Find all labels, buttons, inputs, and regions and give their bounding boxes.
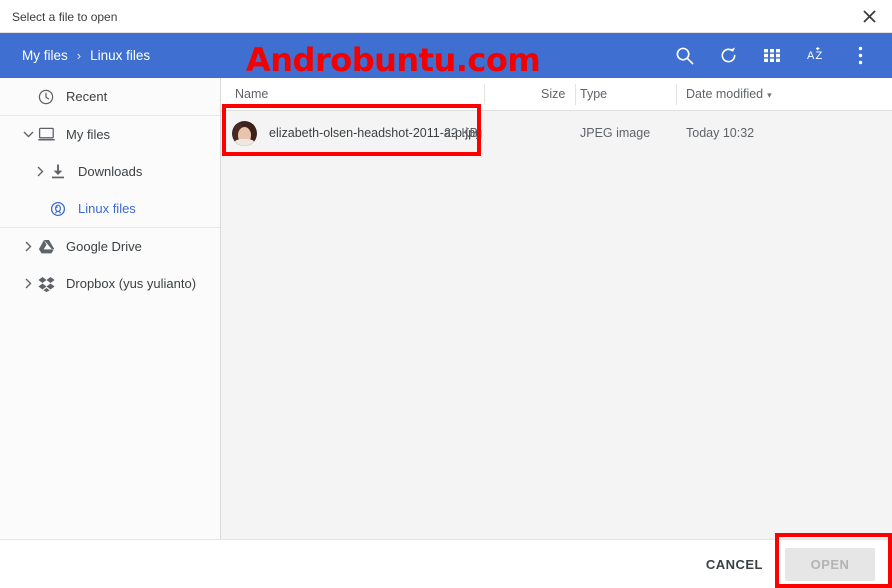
file-date-modified: Today 10:32 xyxy=(686,126,754,140)
column-divider xyxy=(676,84,677,105)
file-picker-dialog: re m Select a file to open My files › Li… xyxy=(0,0,892,588)
file-list-panel: Name Size Type Date modified ▾ elizabeth-… xyxy=(221,78,892,539)
sidebar-item-label-linux-files: Linux files xyxy=(78,201,136,216)
dialog-body: Recent My files xyxy=(0,78,892,539)
sidebar-item-label-my-files: My files xyxy=(66,127,110,142)
sidebar-item-label-dropbox: Dropbox (yus yulianto) xyxy=(66,276,196,291)
sidebar-item-label-google-drive: Google Drive xyxy=(66,239,142,254)
toolbar-actions: A Z xyxy=(662,33,882,78)
breadcrumb-separator-icon: › xyxy=(77,48,81,63)
file-size: 22 KB xyxy=(444,126,478,140)
svg-text:A: A xyxy=(807,50,815,62)
sidebar-item-linux-files[interactable]: Linux files xyxy=(0,190,220,227)
google-drive-icon xyxy=(38,237,62,257)
sidebar: Recent My files xyxy=(0,78,221,539)
svg-text:Z: Z xyxy=(816,50,823,62)
sort-descending-icon: ▾ xyxy=(767,90,772,100)
column-divider xyxy=(575,84,576,105)
file-thumbnail-icon xyxy=(232,121,257,146)
linux-penguin-icon xyxy=(50,199,74,219)
dropbox-icon xyxy=(38,274,62,294)
sidebar-item-dropbox[interactable]: Dropbox (yus yulianto) xyxy=(0,265,220,302)
chevron-right-icon[interactable] xyxy=(30,162,50,182)
chevron-down-icon[interactable] xyxy=(18,125,38,145)
column-divider xyxy=(484,84,485,105)
breadcrumb: My files › Linux files xyxy=(22,33,150,78)
sidebar-item-downloads[interactable]: Downloads xyxy=(0,153,220,190)
download-icon xyxy=(50,162,74,182)
clock-icon xyxy=(38,87,62,107)
chevron-right-icon[interactable] xyxy=(18,274,38,294)
sidebar-group-cloud: Google Drive xyxy=(0,228,220,302)
breadcrumb-item-my-files[interactable]: My files xyxy=(22,48,68,63)
column-header-size[interactable]: Size xyxy=(541,87,565,101)
chevron-right-icon[interactable] xyxy=(18,237,38,257)
sidebar-item-label-downloads: Downloads xyxy=(78,164,142,179)
sidebar-item-label-recent: Recent xyxy=(66,89,107,104)
column-header-name[interactable]: Name xyxy=(235,87,268,101)
sort-az-icon[interactable]: A Z xyxy=(794,33,838,78)
sidebar-group-recent: Recent xyxy=(0,78,220,116)
column-header-date-label: Date modified xyxy=(686,87,763,101)
sidebar-item-recent[interactable]: Recent xyxy=(0,78,220,115)
sidebar-item-google-drive[interactable]: Google Drive xyxy=(0,228,220,265)
sidebar-item-my-files[interactable]: My files xyxy=(0,116,220,153)
column-header-date-modified[interactable]: Date modified ▾ xyxy=(686,87,772,101)
table-row[interactable]: elizabeth-olsen-headshot-2011-a-p.jpg 22… xyxy=(221,111,892,156)
search-icon[interactable] xyxy=(662,33,706,78)
toolbar-header: My files › Linux files xyxy=(0,33,892,78)
dialog-title: Select a file to open xyxy=(12,10,117,24)
file-type: JPEG image xyxy=(580,126,650,140)
cancel-button[interactable]: CANCEL xyxy=(694,548,775,580)
open-button[interactable]: OPEN xyxy=(785,548,875,581)
file-list-header: Name Size Type Date modified ▾ xyxy=(221,78,892,111)
title-bar: Select a file to open xyxy=(0,0,892,33)
more-options-icon[interactable] xyxy=(838,33,882,78)
computer-icon xyxy=(38,125,62,145)
close-icon[interactable] xyxy=(854,3,884,30)
grid-view-icon[interactable] xyxy=(750,33,794,78)
breadcrumb-item-linux-files[interactable]: Linux files xyxy=(90,48,150,63)
column-header-type[interactable]: Type xyxy=(580,87,607,101)
dialog-footer: CANCEL OPEN xyxy=(0,539,892,588)
sidebar-group-my-files: My files Downloads xyxy=(0,116,220,228)
refresh-icon[interactable] xyxy=(706,33,750,78)
